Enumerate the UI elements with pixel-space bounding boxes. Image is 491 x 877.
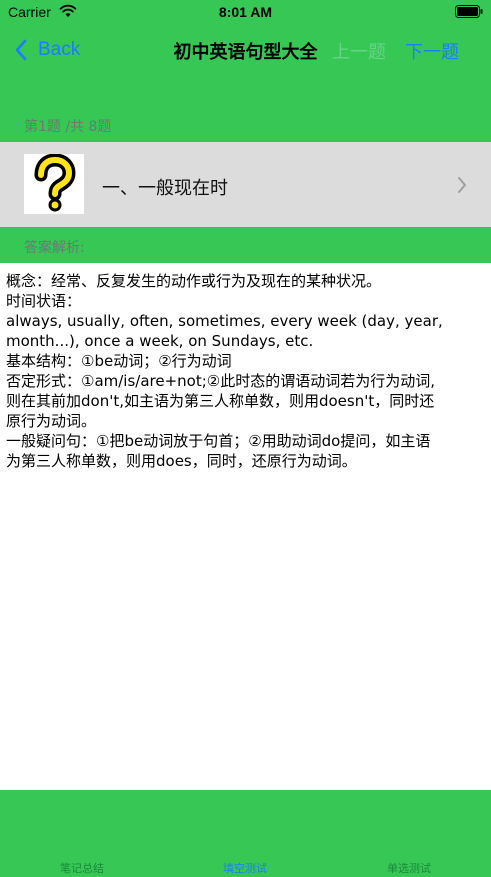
next-question-button[interactable]: 下一题	[405, 38, 459, 64]
answer-text: 概念：经常、反复发生的动作或行为及现在的某种状况。 时间状语： always, …	[6, 271, 486, 471]
status-time: 8:01 AM	[218, 4, 273, 20]
prev-question-button[interactable]: 上一题	[332, 38, 386, 64]
answer-line: 为第三人称单数，则用does，同时，还原行为动词。	[6, 452, 357, 470]
answer-line: 时间状语：	[6, 292, 82, 310]
answer-line: 原行为动词。	[6, 412, 97, 430]
answer-line: 概念：经常、反复发生的动作或行为及现在的某种状况。	[6, 272, 382, 290]
battery-icon	[455, 5, 483, 18]
chevron-right-icon	[458, 177, 466, 193]
answer-section-header: 答案解析:	[0, 227, 491, 263]
answer-line: always, usually, often, sometimes, every…	[6, 312, 443, 330]
question-progress: 第1题 /共 8题	[24, 119, 112, 135]
topic-row[interactable]: 一、一般现在时	[0, 142, 491, 227]
tab-fill-blank-test[interactable]: 填空测试	[163, 860, 327, 876]
answer-line: 否定形式：①am/is/are+not;②此时态的谓语动词若为行为动词,	[6, 372, 436, 390]
status-bar: Carrier 8:01 AM	[0, 0, 491, 26]
topic-title: 一、一般现在时	[102, 178, 228, 199]
navigation-bar: Back 初中英语句型大全 上一题 下一题	[0, 26, 491, 74]
answer-line: 一般疑问句：①把be动词放于句首；②用助动词do提问，如主语	[6, 432, 431, 450]
question-mark-icon	[24, 153, 84, 214]
tab-single-choice-test[interactable]: 单选测试	[327, 860, 491, 876]
tab-notes-summary[interactable]: 笔记总结	[0, 860, 164, 876]
answer-header-label: 答案解析:	[24, 240, 85, 256]
answer-line: month...), once a week, on Sundays, etc.	[6, 332, 314, 350]
answer-line: 则在其前加don't,如主语为第三人称单数，则用doesn't，同时还	[6, 392, 435, 410]
answer-line: 基本结构：①be动词；②行为动词	[6, 352, 232, 370]
tab-bar: 笔记总结 填空测试 单选测试	[0, 790, 491, 877]
